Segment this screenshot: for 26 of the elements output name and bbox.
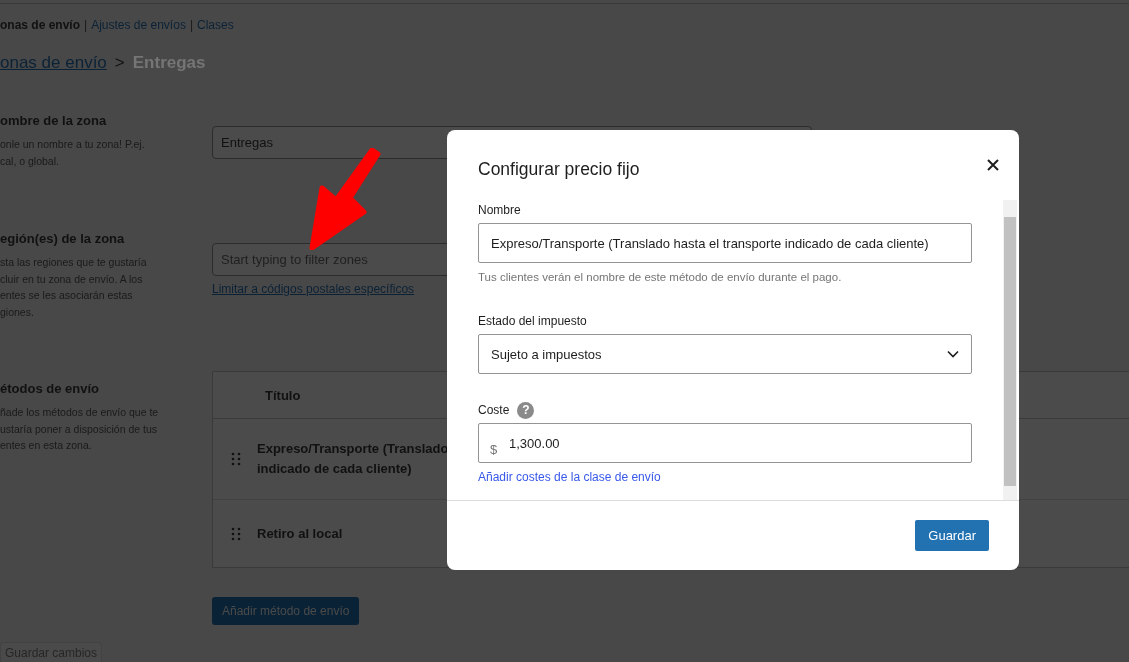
modal-title: Configurar precio fijo (478, 157, 640, 180)
drag-handle-icon[interactable] (231, 526, 241, 541)
add-method-button[interactable]: Añadir método de envío (212, 597, 360, 625)
method-title: Retiro al local (257, 524, 343, 543)
help-text: Tus clientes verán el nombre de este método de envío durante el pago. (478, 271, 843, 283)
nav-separator: | (189, 18, 193, 32)
field-label: Coste (478, 403, 510, 417)
chevron-down-icon (947, 350, 959, 358)
close-icon[interactable] (987, 159, 999, 171)
nav-separator: | (84, 18, 88, 32)
currency-symbol: $ (490, 442, 498, 457)
breadcrumb-separator: > (114, 53, 125, 73)
method-name-field[interactable]: Expreso/Transporte (Translado hasta el transporte indicado de cada cliente) (478, 223, 972, 263)
postcodes-link[interactable]: Limitar a códigos postales específicos (212, 282, 415, 296)
scrollbar[interactable] (1003, 200, 1017, 500)
tax-status-select[interactable]: Sujeto a impuestos (478, 334, 972, 374)
drag-handle-icon[interactable] (231, 452, 241, 466)
method-title: Expreso/Transporte (Translado indicado de cada cliente) (257, 440, 449, 478)
save-button[interactable]: Guardar (915, 520, 989, 551)
field-label: Estado del impuesto (478, 314, 587, 328)
nav-tab[interactable]: Clases (197, 18, 234, 32)
nav-tab[interactable]: Ajustes de envíos (91, 18, 186, 32)
help-icon[interactable]: ? (517, 401, 535, 419)
class-costs-link[interactable]: Añadir costes de la clase de envío (478, 470, 661, 484)
field-label: Nombre (478, 203, 521, 217)
breadcrumb-link[interactable]: onas de envío (0, 53, 107, 73)
